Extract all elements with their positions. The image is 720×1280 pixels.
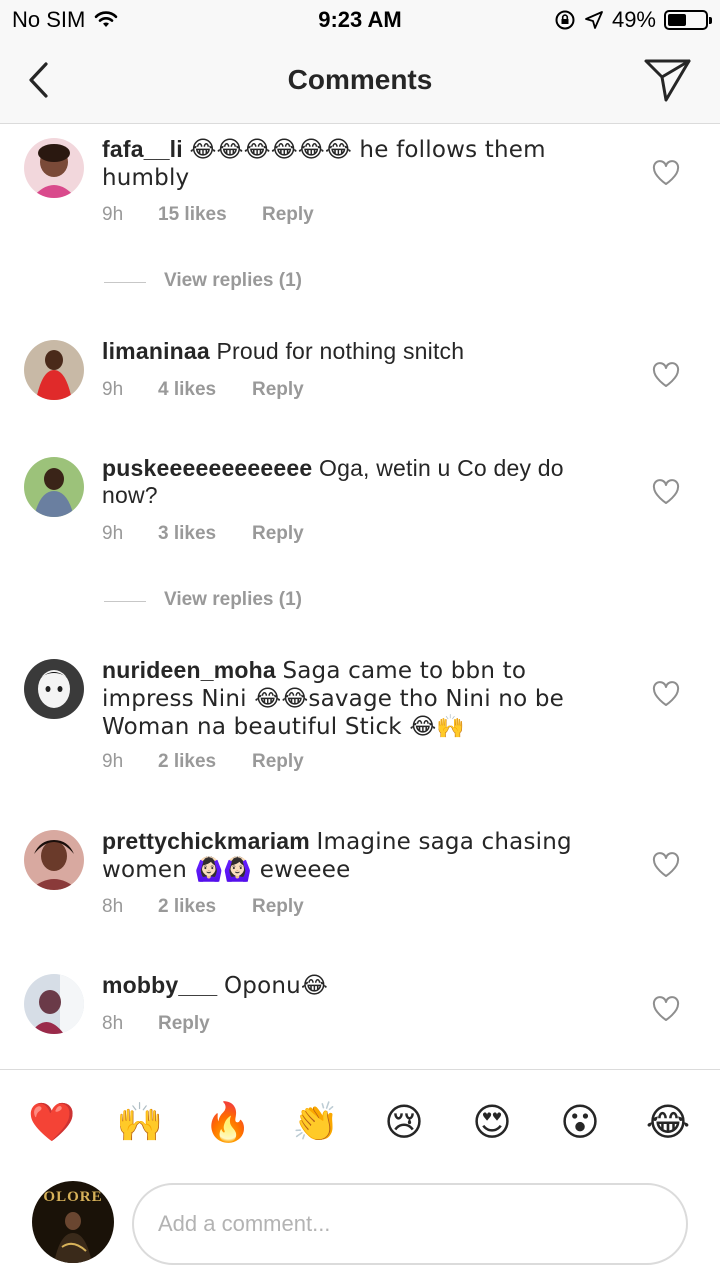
avatar[interactable] [24,659,84,719]
page-title: Comments [287,64,433,95]
comment-text: mobby___ Oponu😂 [102,972,622,1000]
status-bar: No SIM 9:23 AM 49% [0,0,720,40]
comment-body: Proud for nothing snitch [216,338,465,364]
my-avatar: OLORE [32,1181,114,1263]
laughing-emoji-button[interactable]: 😂 [644,1098,692,1146]
view-replies-label[interactable]: View replies (1) [164,270,302,292]
comment-username[interactable]: fafa__li [102,136,183,162]
comments-list[interactable]: fafa__li 😂😂😂😂😂😂 he follows them humbly 9… [0,124,720,1068]
comment-body: Oponu😂 [223,973,328,999]
comment-time: 9h [102,204,124,225]
heart-emoji-button[interactable]: ❤️ [28,1098,76,1146]
comment-time: 9h [102,379,124,400]
heart-icon[interactable] [652,479,680,505]
view-replies-label[interactable]: View replies (1) [164,589,302,611]
comment-text: nurideen_moha Saga came to bbn to impres… [102,657,622,741]
comment-composer: OLORE [0,1173,720,1280]
comment-likes[interactable]: 4 likes [158,379,216,401]
battery-percent: 49% [611,7,656,32]
avatar[interactable] [24,457,84,517]
heart-icon[interactable] [652,852,680,878]
comment-username[interactable]: prettychickmariam [102,828,310,854]
heart-eyes-emoji-button[interactable]: 😍 [468,1098,516,1146]
comment-text: fafa__li 😂😂😂😂😂😂 he follows them humbly [102,136,622,192]
avatar[interactable] [24,340,84,400]
location-arrow-icon [585,11,603,29]
heart-icon[interactable] [652,996,680,1022]
heart-icon[interactable] [652,362,680,388]
replies-divider [104,601,146,602]
comment-text: limaninaa Proud for nothing snitch [102,338,622,365]
reply-button[interactable]: Reply [252,751,304,773]
comment-username[interactable]: limaninaa [102,338,210,364]
comment-time: 9h [102,523,124,544]
comment-input[interactable] [132,1183,688,1265]
replies-divider [104,282,146,283]
paper-plane-icon[interactable] [642,54,694,106]
clapping-emoji-button[interactable]: 👏 [292,1098,340,1146]
reply-button[interactable]: Reply [262,204,314,226]
comment-text: puskeeeeeeeeeeee Oga, wetin u Co dey do … [102,455,622,509]
fire-emoji-button[interactable]: 🔥 [204,1098,252,1146]
comment-username[interactable]: mobby___ [102,972,217,998]
comment-likes[interactable]: 3 likes [158,523,216,545]
reply-button[interactable]: Reply [252,523,304,545]
reply-button[interactable]: Reply [252,896,304,918]
comment-time: 9h [102,751,124,772]
reply-button[interactable]: Reply [158,1013,210,1035]
avatar[interactable] [24,138,84,198]
avatar-figure [54,1212,92,1263]
heart-icon[interactable] [652,160,680,186]
comment-text: prettychickmariam Imagine saga chasing w… [102,828,622,884]
reply-button[interactable]: Reply [252,379,304,401]
comment-likes[interactable]: 15 likes [158,204,227,226]
crying-emoji-button[interactable]: 😢 [380,1098,428,1146]
battery-icon [664,10,712,30]
comment-likes[interactable]: 2 likes [158,751,216,773]
nav-bar: Comments [0,40,720,124]
comment-time: 8h [102,896,124,917]
comment-username[interactable]: nurideen_moha [102,657,276,683]
comment-likes[interactable]: 2 likes [158,896,216,918]
surprised-emoji-button[interactable]: 😮 [556,1098,604,1146]
avatar[interactable] [24,830,84,890]
emoji-quick-bar: ❤️ 🙌 🔥 👏 😢 😍 😮 😂 [0,1069,720,1173]
comment-username[interactable]: puskeeeeeeeeeeee [102,455,312,481]
rotation-lock-icon [555,10,575,30]
comment-time: 8h [102,1013,124,1034]
raised-hands-emoji-button[interactable]: 🙌 [116,1098,164,1146]
heart-icon[interactable] [652,681,680,707]
avatar[interactable] [24,974,84,1034]
status-right-group: 49% [554,7,712,33]
